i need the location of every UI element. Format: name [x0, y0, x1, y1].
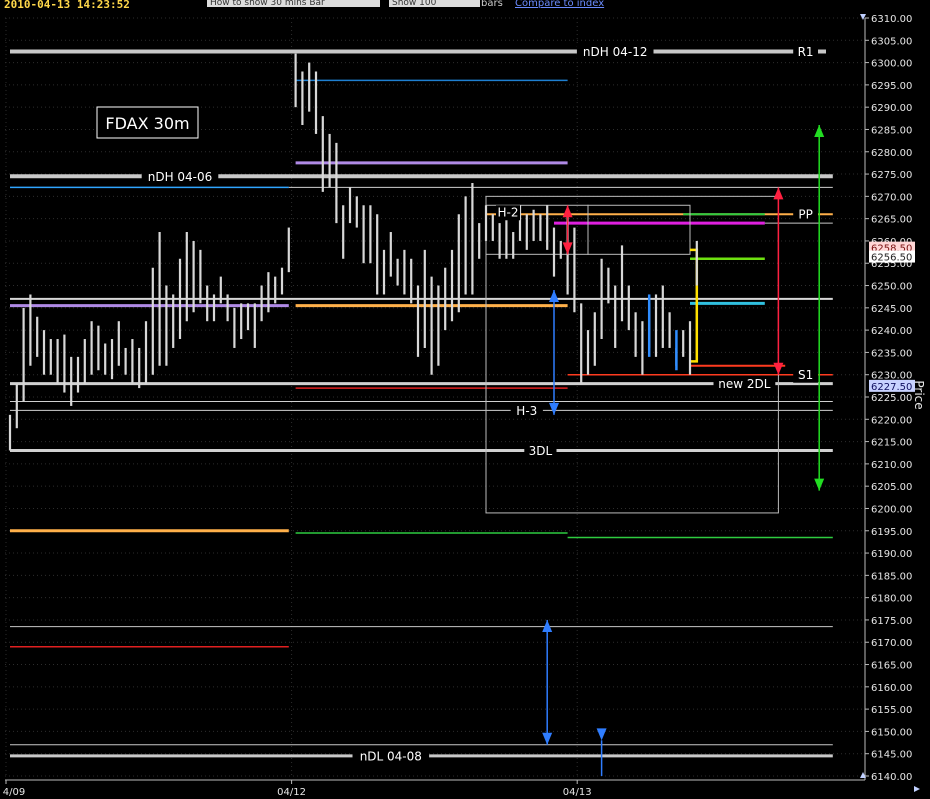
y-tick-label: 6190.00: [871, 549, 912, 560]
level-label: R1: [798, 45, 814, 59]
y-tick-label: 6195.00: [871, 527, 912, 538]
level-label: nDH 04-06: [148, 170, 213, 184]
y-tick-label: 6175.00: [871, 616, 912, 627]
price-tag-label: 6256.50: [871, 253, 912, 264]
y-tick-label: 6220.00: [871, 415, 912, 426]
bars-label: bars: [481, 0, 503, 9]
y-tick-label: 6235.00: [871, 348, 912, 359]
y-tick-label: 6145.00: [871, 750, 912, 761]
y-tick-label: 6245.00: [871, 304, 912, 315]
show-bars-field[interactable]: Show 100: [389, 0, 480, 7]
chart-toolbar: 2010-04-13 14:23:52 How to show 30 mins …: [0, 0, 930, 9]
box-label: H-2: [498, 205, 519, 219]
compare-to-index-link[interactable]: Compare to index: [515, 0, 604, 9]
y-tick-label: 6165.00: [871, 661, 912, 672]
y-tick-label: 6160.00: [871, 683, 912, 694]
level-label: S1: [798, 368, 813, 382]
price-tag-label: 6227.50: [871, 382, 912, 393]
y-tick-label: 6265.00: [871, 215, 912, 226]
y-tick-label: 6170.00: [871, 638, 912, 649]
level-label: new 2DL: [718, 377, 770, 391]
x-tick-label: 04/12: [277, 787, 306, 798]
y-tick-label: 6250.00: [871, 282, 912, 293]
y-tick-label: 6285.00: [871, 125, 912, 136]
bar-interval-select[interactable]: How to show 30 mins Bar: [207, 0, 380, 7]
y-tick-label: 6295.00: [871, 81, 912, 92]
y-tick-label: 6275.00: [871, 170, 912, 181]
y-tick-label: 6270.00: [871, 192, 912, 203]
y-tick-label: 6290.00: [871, 103, 912, 114]
x-tick-label: 04/13: [563, 787, 592, 798]
y-tick-label: 6210.00: [871, 460, 912, 471]
y-tick-label: 6300.00: [871, 59, 912, 70]
y-tick-label: 6215.00: [871, 438, 912, 449]
price-axis[interactable]: 6310.00 6305.00 6300.00 6295.00 6290.00 6285.…: [865, 14, 915, 783]
level-label: nDL 04-08: [360, 749, 422, 763]
y-tick-label: 6140.00: [871, 772, 912, 783]
price-chart[interactable]: 6310.00 6305.00 6300.00 6295.00 6290.00 6285.…: [0, 0, 930, 799]
level-label: 3DL: [529, 444, 553, 458]
y-tick-label: 6205.00: [871, 482, 912, 493]
chart-title-box: FDAX 30m: [96, 106, 199, 139]
level-label: nDH 04-12: [583, 45, 648, 59]
y-tick-label: 6180.00: [871, 594, 912, 605]
y-tick-label: 6240.00: [871, 326, 912, 337]
y-tick-label: 6155.00: [871, 705, 912, 716]
y-tick-label: 6225.00: [871, 393, 912, 404]
y-tick-label: 6310.00: [871, 14, 912, 25]
x-tick-label: 4/09: [3, 787, 25, 798]
y-tick-label: 6150.00: [871, 727, 912, 738]
level-label: PP: [798, 208, 812, 222]
y-tick-label: 6305.00: [871, 36, 912, 47]
price-axis-label: Price: [912, 380, 926, 409]
chart-title: FDAX 30m: [105, 114, 189, 133]
level-label: H-3: [516, 404, 537, 418]
y-tick-label: 6200.00: [871, 504, 912, 515]
y-tick-label: 6185.00: [871, 571, 912, 582]
timestamp: 2010-04-13 14:23:52: [4, 0, 130, 9]
y-tick-label: 6280.00: [871, 148, 912, 159]
